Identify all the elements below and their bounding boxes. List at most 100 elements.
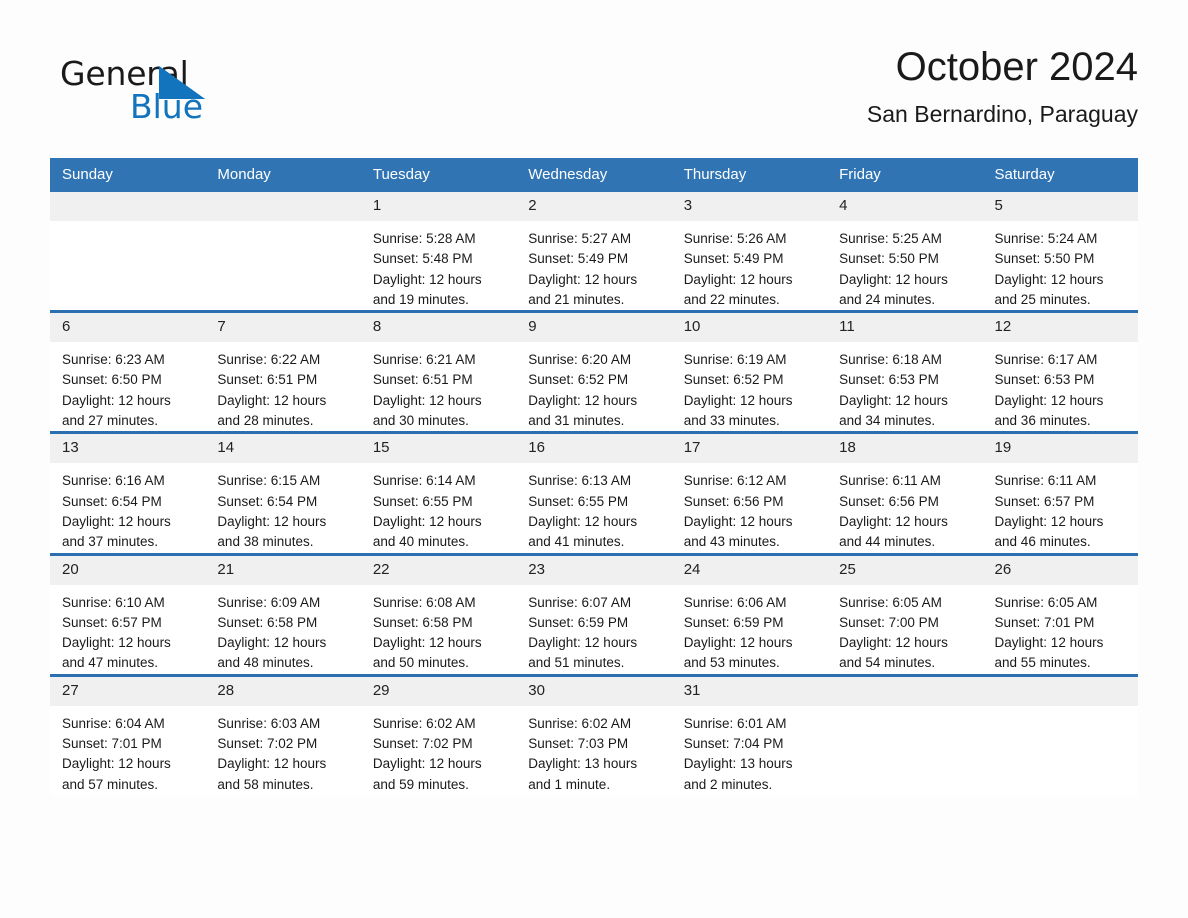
- calendar-day-cell[interactable]: 19 Sunrise: 6:11 AM Sunset: 6:57 PM Dayligh…: [982, 431, 1138, 555]
- daylight-text: Daylight: 12 hours: [372, 513, 482, 529]
- calendar-day-cell[interactable]: 12 Sunrise: 6:17 AM Sunset: 6:53 PM Dayligh…: [982, 310, 1138, 433]
- daylight-text: Daylight: 12 hours: [528, 513, 638, 529]
- daylight-text: and 19 minutes.: [372, 291, 469, 307]
- calendar-day-cell[interactable]: 8 Sunrise: 6:21 AM Sunset: 6:51 PM Daylight…: [360, 310, 517, 433]
- daylight-text: and 58 minutes.: [217, 776, 314, 792]
- weekday-header-wednesday: Wednesday: [516, 158, 672, 192]
- daylight-text: and 27 minutes.: [62, 413, 159, 429]
- daylight-text: and 31 minutes.: [528, 413, 625, 429]
- calendar-day-cell[interactable]: 5 Sunrise: 5:24 AM Sunset: 5:50 PM Daylight…: [982, 192, 1138, 312]
- calendar-day-cell[interactable]: 27 Sunrise: 6:04 AM Sunset: 7:01 PM Dayligh…: [50, 673, 206, 795]
- calendar-day-cell[interactable]: 6 Sunrise: 6:23 AM Sunset: 6:50 PM Daylight…: [50, 310, 206, 433]
- daylight-text: Daylight: 12 hours: [217, 756, 327, 772]
- day-details: Sunrise: 6:11 AM Sunset: 6:57 PM Daylight:…: [983, 463, 1138, 552]
- daylight-text: and 53 minutes.: [683, 655, 780, 671]
- calendar-day-cell[interactable]: 22 Sunrise: 6:08 AM Sunset: 6:58 PM Dayligh…: [360, 552, 517, 676]
- daylight-text: Daylight: 12 hours: [372, 756, 482, 772]
- sunrise-text: Sunrise: 6:08 AM: [372, 594, 476, 610]
- daylight-text: Daylight: 12 hours: [528, 635, 638, 651]
- sunrise-text: Sunrise: 6:18 AM: [839, 352, 942, 368]
- calendar-day-cell[interactable]: 2 Sunrise: 5:27 AM Sunset: 5:49 PM Daylight…: [516, 192, 672, 312]
- sunset-text: Sunset: 7:02 PM: [372, 736, 473, 752]
- day-number: 24: [671, 555, 828, 585]
- calendar-day-cell[interactable]: 26 Sunrise: 6:05 AM Sunset: 7:01 PM Dayligh…: [982, 552, 1138, 676]
- calendar-day-cell[interactable]: 30 Sunrise: 6:02 AM Sunset: 7:03 PM Dayligh…: [516, 673, 672, 795]
- day-details: Sunrise: 6:07 AM Sunset: 6:59 PM Daylight:…: [516, 585, 671, 674]
- calendar-day-cell[interactable]: 29 Sunrise: 6:02 AM Sunset: 7:02 PM Dayligh…: [360, 673, 517, 795]
- day-details: Sunrise: 6:02 AM Sunset: 7:03 PM Daylight:…: [516, 706, 671, 795]
- calendar-header-row: Sunday Monday Tuesday Wednesday Thursday Frid…: [50, 158, 1138, 192]
- calendar-day-cell[interactable]: 18 Sunrise: 6:11 AM Sunset: 6:56 PM Dayligh…: [827, 431, 983, 555]
- day-details: [205, 221, 360, 229]
- day-details: Sunrise: 6:05 AM Sunset: 7:00 PM Daylight:…: [827, 585, 982, 674]
- calendar-day-cell[interactable]: 31 Sunrise: 6:01 AM Sunset: 7:04 PM Dayligh…: [671, 673, 828, 795]
- day-details: [50, 221, 205, 229]
- calendar-day-cell[interactable]: 1 Sunrise: 5:28 AM Sunset: 5:48 PM Daylight…: [360, 192, 517, 312]
- sunset-text: Sunset: 7:01 PM: [62, 736, 162, 752]
- day-number: 21: [205, 555, 361, 585]
- weekday-header-thursday: Thursday: [671, 158, 828, 192]
- sunrise-text: Sunrise: 6:17 AM: [994, 352, 1098, 368]
- sunrise-text: Sunrise: 6:21 AM: [372, 352, 476, 368]
- calendar-day-cell[interactable]: 14 Sunrise: 6:15 AM Sunset: 6:54 PM Dayligh…: [205, 431, 361, 555]
- calendar-day-cell[interactable]: 13 Sunrise: 6:16 AM Sunset: 6:54 PM Dayligh…: [50, 431, 206, 555]
- day-details: Sunrise: 6:13 AM Sunset: 6:55 PM Daylight:…: [516, 463, 671, 552]
- day-details: [983, 706, 1138, 714]
- calendar-day-cell[interactable]: 20 Sunrise: 6:10 AM Sunset: 6:57 PM Dayligh…: [50, 552, 206, 676]
- day-details: Sunrise: 6:11 AM Sunset: 6:56 PM Daylight:…: [827, 463, 982, 552]
- daylight-text: Daylight: 12 hours: [372, 392, 482, 408]
- calendar-day-cell[interactable]: 3 Sunrise: 5:26 AM Sunset: 5:49 PM Daylight…: [671, 192, 828, 312]
- calendar-week-row: 27 Sunrise: 6:04 AM Sunset: 7:01 PM Dayligh…: [50, 673, 1138, 795]
- sunset-text: Sunset: 7:04 PM: [683, 736, 784, 752]
- day-number: 13: [50, 434, 206, 464]
- daylight-text: and 43 minutes.: [683, 534, 780, 550]
- day-details: Sunrise: 6:06 AM Sunset: 6:59 PM Daylight:…: [672, 585, 827, 674]
- sunrise-text: Sunrise: 5:28 AM: [372, 231, 476, 246]
- daylight-text: Daylight: 12 hours: [528, 392, 638, 408]
- day-number: 4: [827, 192, 983, 221]
- sunrise-text: Sunrise: 6:22 AM: [217, 352, 321, 368]
- calendar-day-cell[interactable]: 7 Sunrise: 6:22 AM Sunset: 6:51 PM Daylight…: [205, 310, 361, 433]
- calendar-day-cell[interactable]: 11 Sunrise: 6:18 AM Sunset: 6:53 PM Dayligh…: [827, 310, 983, 433]
- calendar-day-cell[interactable]: 15 Sunrise: 6:14 AM Sunset: 6:55 PM Dayligh…: [360, 431, 517, 555]
- generalblue-logo[interactable]: General Blue: [60, 54, 320, 132]
- calendar-day-cell[interactable]: 17 Sunrise: 6:12 AM Sunset: 6:56 PM Dayligh…: [671, 431, 828, 555]
- day-number: 16: [516, 434, 672, 464]
- day-details: Sunrise: 6:14 AM Sunset: 6:55 PM Daylight:…: [361, 463, 516, 552]
- day-number: 2: [516, 192, 672, 221]
- daylight-text: Daylight: 12 hours: [994, 392, 1104, 408]
- calendar-day-cell[interactable]: 9 Sunrise: 6:20 AM Sunset: 6:52 PM Daylight…: [516, 310, 672, 433]
- daylight-text: Daylight: 12 hours: [217, 513, 327, 529]
- sunset-text: Sunset: 6:52 PM: [683, 372, 784, 388]
- day-details: Sunrise: 6:15 AM Sunset: 6:54 PM Daylight:…: [205, 463, 360, 552]
- daylight-text: Daylight: 12 hours: [683, 392, 793, 408]
- day-details: Sunrise: 6:12 AM Sunset: 6:56 PM Daylight:…: [672, 463, 827, 552]
- calendar-day-cell[interactable]: 4 Sunrise: 5:25 AM Sunset: 5:50 PM Daylight…: [827, 192, 983, 312]
- daylight-text: and 40 minutes.: [372, 534, 469, 550]
- calendar-day-cell[interactable]: 24 Sunrise: 6:06 AM Sunset: 6:59 PM Dayligh…: [671, 552, 828, 676]
- daylight-text: and 1 minute.: [528, 776, 611, 792]
- calendar-day-cell[interactable]: 23 Sunrise: 6:07 AM Sunset: 6:59 PM Dayligh…: [516, 552, 672, 676]
- day-number: 23: [516, 555, 672, 585]
- sunrise-text: Sunrise: 5:27 AM: [528, 231, 632, 246]
- calendar-day-cell-empty: [50, 192, 206, 312]
- sunset-text: Sunset: 6:56 PM: [839, 493, 939, 509]
- calendar-week-row: 20 Sunrise: 6:10 AM Sunset: 6:57 PM Dayligh…: [50, 552, 1138, 676]
- weekday-header-friday: Friday: [827, 158, 983, 192]
- day-details: Sunrise: 6:10 AM Sunset: 6:57 PM Daylight:…: [50, 585, 205, 674]
- sunrise-text: Sunrise: 6:07 AM: [528, 594, 632, 610]
- sunset-text: Sunset: 7:03 PM: [528, 736, 629, 752]
- calendar-day-cell[interactable]: 28 Sunrise: 6:03 AM Sunset: 7:02 PM Dayligh…: [205, 673, 361, 795]
- calendar-day-cell[interactable]: 25 Sunrise: 6:05 AM Sunset: 7:00 PM Dayligh…: [827, 552, 983, 676]
- daylight-text: and 51 minutes.: [528, 655, 625, 671]
- day-details: Sunrise: 5:26 AM Sunset: 5:49 PM Daylight:…: [672, 221, 827, 310]
- calendar-day-cell[interactable]: 16 Sunrise: 6:13 AM Sunset: 6:55 PM Dayligh…: [516, 431, 672, 555]
- calendar-day-cell[interactable]: 21 Sunrise: 6:09 AM Sunset: 6:58 PM Dayligh…: [205, 552, 361, 676]
- sunset-text: Sunset: 6:57 PM: [994, 493, 1095, 509]
- calendar-day-cell[interactable]: 10 Sunrise: 6:19 AM Sunset: 6:52 PM Dayligh…: [671, 310, 828, 433]
- sunset-text: Sunset: 6:54 PM: [62, 493, 162, 509]
- sunset-text: Sunset: 6:53 PM: [994, 372, 1095, 388]
- sunset-text: Sunset: 7:00 PM: [839, 614, 939, 630]
- day-details: Sunrise: 6:05 AM Sunset: 7:01 PM Daylight:…: [983, 585, 1138, 674]
- daylight-text: Daylight: 12 hours: [994, 635, 1104, 651]
